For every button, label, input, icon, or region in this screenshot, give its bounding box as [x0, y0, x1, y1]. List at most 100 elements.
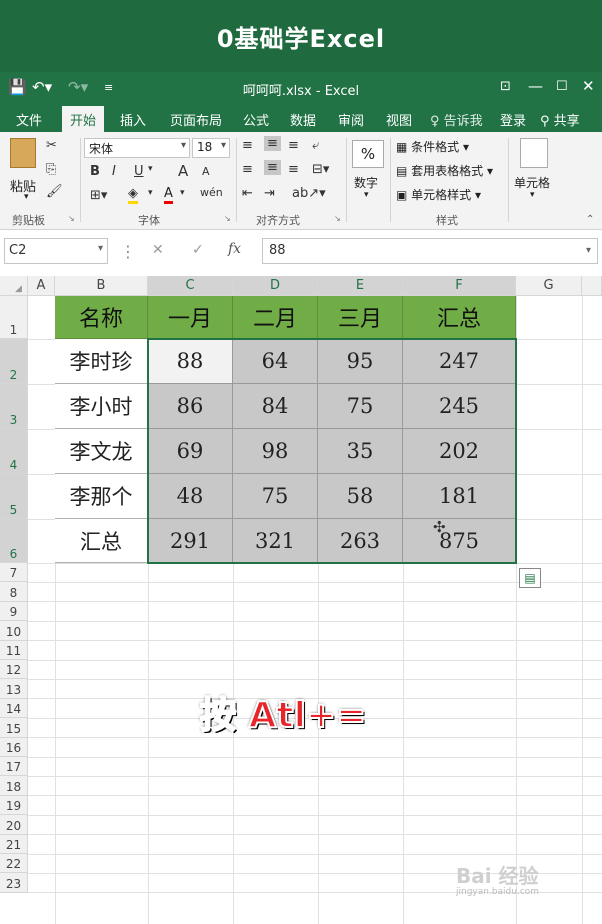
column-header-h[interactable] — [582, 276, 602, 296]
confirm-entry-icon[interactable]: ✓ — [192, 242, 204, 258]
close-icon[interactable]: ✕ — [582, 77, 595, 95]
share-button[interactable]: ⚲ 共享 — [540, 110, 580, 129]
row-header-4[interactable]: 4 — [0, 429, 28, 474]
format-as-table-button[interactable]: ▤ 套用表格格式 ▾ — [396, 162, 493, 179]
italic-button[interactable]: I — [112, 164, 116, 179]
tab-data[interactable]: 数据 — [290, 110, 316, 129]
paste-button-label[interactable]: 粘贴 — [10, 176, 36, 195]
row-header-7[interactable]: 7 — [0, 563, 28, 583]
row-header-10[interactable]: 10 — [0, 621, 28, 641]
row-header-14[interactable]: 14 — [0, 698, 28, 719]
font-color-button[interactable]: A — [164, 186, 173, 204]
worksheet-grid[interactable]: ◢ A B C D E F G 1 2 3 4 5 6 7 8 9 10 11 … — [0, 276, 602, 924]
align-center-icon[interactable]: ≡ — [264, 160, 281, 175]
font-color-dropdown-icon[interactable]: ▾ — [180, 188, 185, 198]
wrap-text-icon[interactable]: ⤶ — [312, 138, 319, 153]
formula-input[interactable]: 88 — [262, 238, 598, 264]
row-header-9[interactable]: 9 — [0, 601, 28, 622]
merge-center-icon[interactable]: ⊟▾ — [312, 162, 329, 177]
underline-dropdown-icon[interactable]: ▾ — [148, 164, 153, 174]
row-header-20[interactable]: 20 — [0, 815, 28, 835]
row-header-2[interactable]: 2 — [0, 339, 28, 384]
ribbon-display-icon[interactable]: ⊡ — [500, 79, 511, 94]
bold-button[interactable]: B — [90, 164, 100, 179]
font-size-select[interactable]: 18 ▾ — [192, 138, 230, 158]
table-header-cell[interactable]: 三月 — [318, 296, 403, 339]
table-header-cell[interactable]: 二月 — [233, 296, 318, 339]
column-header-a[interactable]: A — [28, 276, 55, 296]
percent-format-icon[interactable]: % — [352, 140, 384, 168]
table-header-cell[interactable]: 一月 — [148, 296, 233, 339]
grow-font-button[interactable]: A — [178, 162, 188, 180]
align-middle-icon[interactable]: ≡ — [264, 136, 281, 151]
quick-analysis-icon[interactable]: ▤ — [519, 568, 541, 588]
collapse-ribbon-icon[interactable]: ⌃ — [586, 214, 594, 225]
tab-formulas[interactable]: 公式 — [243, 110, 269, 129]
table-header-cell[interactable]: 汇总 — [403, 296, 516, 339]
align-bottom-icon[interactable]: ≡ — [288, 138, 299, 153]
column-header-c[interactable]: C — [148, 276, 233, 296]
row-header-6[interactable]: 6 — [0, 519, 28, 563]
row-header-22[interactable]: 22 — [0, 854, 28, 874]
expand-formula-bar-icon[interactable]: ▾ — [586, 245, 591, 256]
row-header-19[interactable]: 19 — [0, 795, 28, 816]
row-header-15[interactable]: 15 — [0, 718, 28, 738]
align-top-icon[interactable]: ≡ — [242, 138, 253, 153]
row-header-5[interactable]: 5 — [0, 474, 28, 519]
tab-view[interactable]: 视图 — [386, 110, 412, 129]
name-box[interactable]: C2 ▾ — [4, 238, 108, 264]
column-header-f[interactable]: F — [403, 276, 516, 296]
cells-icon[interactable] — [520, 138, 548, 168]
tab-insert[interactable]: 插入 — [120, 110, 146, 129]
increase-indent-icon[interactable]: ⇥ — [264, 186, 275, 201]
font-name-select[interactable]: 宋体 ▾ — [84, 138, 190, 158]
clipboard-launcher-icon[interactable]: ↘ — [68, 214, 75, 223]
tell-me-search[interactable]: ♀ 告诉我 — [430, 110, 483, 129]
table-name-cell[interactable]: 汇总 — [55, 519, 148, 563]
decrease-indent-icon[interactable]: ⇤ — [242, 186, 253, 201]
table-name-cell[interactable]: 李那个 — [55, 474, 148, 519]
table-name-cell[interactable]: 李文龙 — [55, 429, 148, 474]
table-name-cell[interactable]: 李小时 — [55, 384, 148, 429]
fill-color-icon[interactable]: ◈ — [128, 186, 138, 204]
copy-icon[interactable]: ⎘ — [46, 162, 56, 177]
row-header-18[interactable]: 18 — [0, 776, 28, 796]
tab-home[interactable]: 开始 — [62, 106, 105, 132]
align-left-icon[interactable]: ≡ — [242, 162, 253, 177]
column-header-d[interactable]: D — [233, 276, 318, 296]
row-header-8[interactable]: 8 — [0, 582, 28, 602]
select-all-corner[interactable]: ◢ — [0, 276, 28, 296]
cell-styles-button[interactable]: ▣ 单元格样式 ▾ — [396, 186, 481, 203]
column-header-g[interactable]: G — [516, 276, 582, 296]
row-header-23[interactable]: 23 — [0, 873, 28, 893]
row-header-21[interactable]: 21 — [0, 834, 28, 854]
paste-dropdown-icon[interactable]: ▾ — [24, 192, 29, 202]
borders-icon[interactable]: ⊞▾ — [90, 188, 107, 203]
login-link[interactable]: 登录 — [500, 110, 526, 129]
cut-icon[interactable]: ✂ — [46, 138, 57, 153]
column-header-e[interactable]: E — [318, 276, 403, 296]
conditional-formatting-button[interactable]: ▦ 条件格式 ▾ — [396, 138, 469, 155]
tab-file[interactable]: 文件 — [16, 110, 42, 129]
fill-color-dropdown-icon[interactable]: ▾ — [148, 188, 153, 198]
row-header-12[interactable]: 12 — [0, 660, 28, 680]
tab-review[interactable]: 审阅 — [338, 110, 364, 129]
format-painter-icon[interactable]: 🖌 — [46, 184, 63, 199]
row-header-17[interactable]: 17 — [0, 757, 28, 777]
tab-page-layout[interactable]: 页面布局 — [170, 110, 222, 129]
font-launcher-icon[interactable]: ↘ — [224, 214, 231, 223]
maximize-icon[interactable]: ☐ — [556, 79, 568, 94]
row-header-13[interactable]: 13 — [0, 679, 28, 699]
cells-button[interactable]: 单元格 — [514, 174, 550, 191]
cancel-entry-icon[interactable]: ✕ — [152, 242, 164, 258]
number-format-button[interactable]: 数字 — [354, 174, 378, 191]
underline-button[interactable]: U — [134, 164, 144, 179]
row-header-11[interactable]: 11 — [0, 640, 28, 660]
table-name-cell[interactable]: 李时珍 — [55, 339, 148, 384]
align-right-icon[interactable]: ≡ — [288, 162, 299, 177]
orientation-icon[interactable]: ab↗▾ — [292, 186, 326, 201]
row-header-16[interactable]: 16 — [0, 737, 28, 757]
number-dropdown-icon[interactable]: ▾ — [364, 190, 369, 200]
cells-dropdown-icon[interactable]: ▾ — [530, 190, 535, 200]
chevron-down-icon[interactable]: ▾ — [98, 243, 103, 254]
